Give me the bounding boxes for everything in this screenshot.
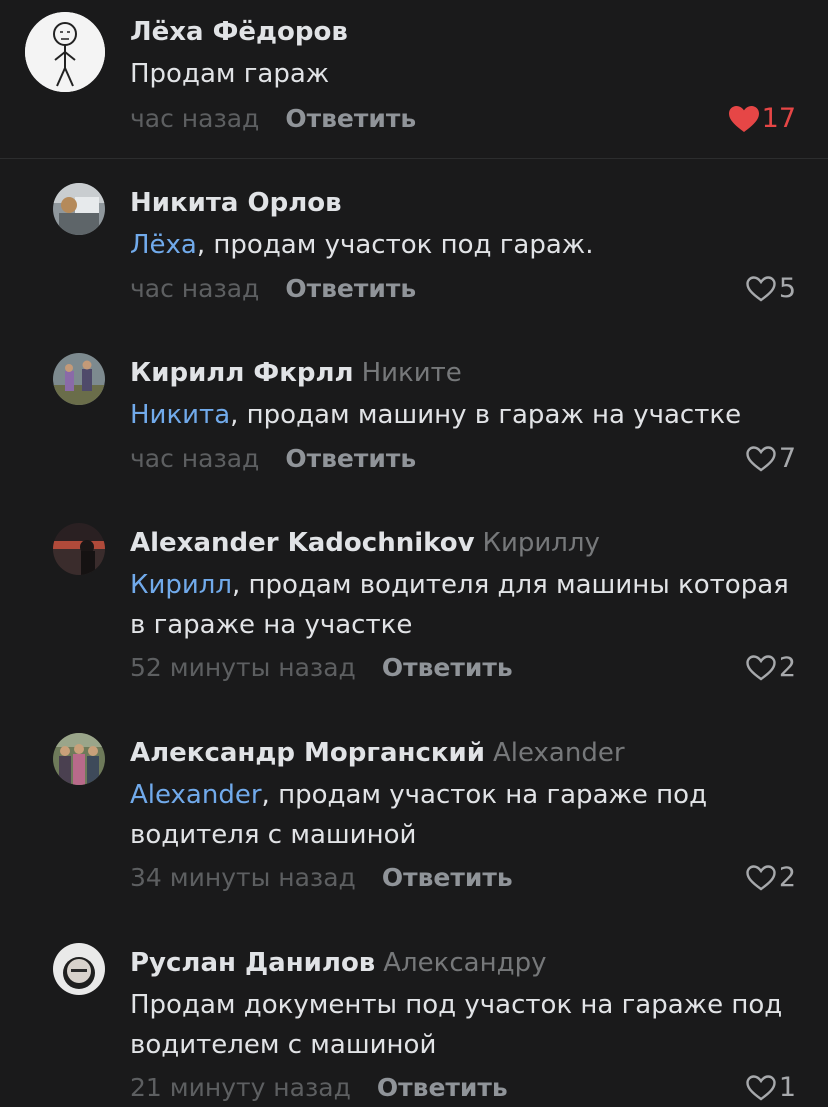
- heart-outline-icon: [746, 865, 776, 891]
- author-name[interactable]: Александр Морганский: [130, 738, 485, 768]
- heart-outline-icon: [746, 446, 776, 472]
- heart-filled-icon: [728, 106, 759, 132]
- comment-text-body: , продам машину в гараж на участке: [230, 400, 742, 430]
- comment-meta: час назад Ответить: [130, 103, 416, 135]
- like-button[interactable]: 7: [745, 443, 796, 475]
- like-button[interactable]: 2: [745, 862, 796, 894]
- like-button[interactable]: 5: [745, 273, 796, 305]
- mention-link[interactable]: Лёха: [130, 230, 197, 260]
- like-count: 7: [778, 443, 796, 474]
- comment-item: Руслан Данилов Александру Продам документ…: [0, 935, 828, 1107]
- comment-text-body: Продам гараж: [130, 59, 330, 89]
- reply-button[interactable]: Ответить: [382, 863, 513, 892]
- stick-figure-avatar-icon: [25, 12, 105, 92]
- comment-time: 34 минуты назад: [130, 863, 356, 892]
- avatar[interactable]: [25, 12, 105, 92]
- comment-text-body: , продам участок под гараж.: [196, 230, 594, 260]
- comment-item: Alexander Kadochnikov Кириллу Кирилл, про…: [0, 515, 828, 695]
- comment-time: час назад: [130, 104, 260, 133]
- photo-avatar-icon: [53, 733, 105, 785]
- comment-meta: 21 минуту назад Ответить: [130, 1072, 508, 1104]
- comment-text: Лёха, продам участок под гараж.: [130, 225, 790, 265]
- comment-text: Продам документы под участок на гараже п…: [130, 985, 790, 1065]
- comment-meta: час назад Ответить: [130, 443, 416, 475]
- mention-link[interactable]: Никита: [130, 400, 230, 430]
- reply-button[interactable]: Ответить: [285, 274, 416, 303]
- reply-button[interactable]: Ответить: [285, 444, 416, 473]
- comment-time: 52 минуты назад: [130, 653, 356, 682]
- avatar[interactable]: [53, 523, 105, 575]
- comment-time: час назад: [130, 274, 260, 303]
- mention-link[interactable]: Alexander: [130, 780, 262, 810]
- comment-header: Руслан Данилов Александру: [130, 946, 546, 980]
- comment-header: Кирилл Фкрлл Никите: [130, 356, 462, 390]
- comment-text-body: Продам документы под участок на гараже п…: [130, 990, 783, 1060]
- comment-header: Никита Орлов: [130, 186, 342, 220]
- like-button[interactable]: 1: [745, 1072, 796, 1104]
- avatar[interactable]: [53, 733, 105, 785]
- comment-text: Никита, продам машину в гараж на участке: [130, 395, 790, 435]
- comment-meta: 34 минуты назад Ответить: [130, 862, 513, 894]
- comment-item: Никита Орлов Лёха, продам участок под га…: [0, 175, 828, 315]
- reply-button[interactable]: Ответить: [285, 104, 416, 133]
- reply-button[interactable]: Ответить: [377, 1073, 508, 1102]
- mention-link[interactable]: Кирилл: [130, 570, 232, 600]
- photo-avatar-icon: [53, 353, 105, 405]
- comment-meta: час назад Ответить: [130, 273, 416, 305]
- author-name[interactable]: Руслан Данилов: [130, 948, 375, 978]
- comment-header: Александр Морганский Alexander: [130, 736, 625, 770]
- comment-text: Кирилл, продам водителя для машины котор…: [130, 565, 790, 645]
- reply-button[interactable]: Ответить: [382, 653, 513, 682]
- photo-avatar-icon: [53, 183, 105, 235]
- like-count: 5: [778, 273, 796, 304]
- heart-outline-icon: [746, 1075, 776, 1101]
- like-count: 2: [778, 862, 796, 893]
- reply-to-name[interactable]: Александру: [383, 948, 546, 978]
- photo-avatar-icon: [53, 943, 105, 995]
- author-name[interactable]: Никита Орлов: [130, 188, 342, 218]
- comment-item: Кирилл Фкрлл Никите Никита, продам машину…: [0, 345, 828, 485]
- avatar[interactable]: [53, 353, 105, 405]
- author-name[interactable]: Кирилл Фкрлл: [130, 358, 354, 388]
- comment-text: Alexander, продам участок на гараже под …: [130, 775, 790, 855]
- author-name[interactable]: Лёха Фёдоров: [130, 17, 348, 47]
- heart-outline-icon: [746, 655, 776, 681]
- comment-item: Александр Морганский Alexander Alexander,…: [0, 725, 828, 905]
- reply-to-name[interactable]: Alexander: [493, 738, 625, 768]
- comment-text: Продам гараж: [130, 54, 790, 94]
- comment-item: Лёха Фёдоров Продам гараж час назад Ответ…: [0, 0, 828, 158]
- comment-time: 21 минуту назад: [130, 1073, 351, 1102]
- comment-time: час назад: [130, 444, 260, 473]
- avatar[interactable]: [53, 183, 105, 235]
- author-name[interactable]: Alexander Kadochnikov: [130, 528, 475, 558]
- like-count: 2: [778, 652, 796, 683]
- comment-header: Alexander Kadochnikov Кириллу: [130, 526, 600, 560]
- like-button[interactable]: 17: [728, 103, 796, 135]
- like-button[interactable]: 2: [745, 652, 796, 684]
- thread-divider: [0, 158, 828, 159]
- reply-to-name[interactable]: Никите: [362, 358, 462, 388]
- photo-avatar-icon: [53, 523, 105, 575]
- like-count: 17: [761, 103, 796, 134]
- comment-header: Лёха Фёдоров: [130, 15, 348, 49]
- comment-meta: 52 минуты назад Ответить: [130, 652, 513, 684]
- avatar[interactable]: [53, 943, 105, 995]
- heart-outline-icon: [746, 276, 776, 302]
- like-count: 1: [778, 1072, 796, 1103]
- reply-to-name[interactable]: Кириллу: [483, 528, 600, 558]
